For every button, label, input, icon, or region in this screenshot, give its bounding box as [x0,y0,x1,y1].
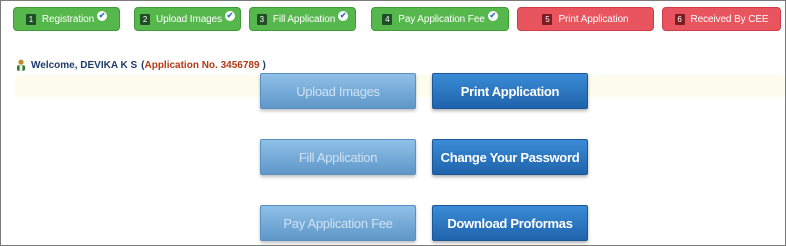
step-number: 6 [674,13,685,25]
step-label: Registration [41,13,95,25]
check-icon: ✔ [487,11,498,21]
application-number: Application No. 3456789 [144,59,260,71]
page-frame: 1 Registration ✔ 2 Upload Images ✔ 3 Fil… [0,0,786,246]
step-label: Pay Application Fee [398,13,485,25]
step-number: 2 [140,13,151,25]
step-label: Received By CEE [690,13,769,25]
welcome-line: Welcome, DEVIKA K S ( Application No. 34… [15,59,266,71]
step-number: 1 [25,13,36,25]
print-application-button[interactable]: Print Application [432,73,588,109]
step-pay-application-fee[interactable]: 4 Pay Application Fee ✔ [371,7,509,31]
step-print-application[interactable]: 5 Print Application [517,7,654,31]
step-fill-application[interactable]: 3 Fill Application ✔ [249,7,356,31]
check-icon: ✔ [224,11,235,21]
step-received-by-cee[interactable]: 6 Received By CEE [662,7,781,31]
step-number: 4 [382,13,393,25]
step-label: Print Application [558,13,629,25]
step-upload-images[interactable]: 2 Upload Images ✔ [134,7,241,31]
check-icon: ✔ [338,11,349,21]
step-registration[interactable]: 1 Registration ✔ [13,7,120,31]
check-icon: ✔ [97,11,108,21]
step-label: Upload Images [156,13,222,25]
pay-application-fee-button[interactable]: Pay Application Fee [260,205,416,241]
step-number: 5 [542,13,553,25]
progress-steps: 1 Registration ✔ 2 Upload Images ✔ 3 Fil… [1,1,786,35]
step-number: 3 [256,13,267,25]
step-label: Fill Application [272,13,336,25]
fill-application-button[interactable]: Fill Application [260,139,416,175]
user-icon [17,59,25,71]
change-password-button[interactable]: Change Your Password [432,139,588,175]
welcome-text: Welcome, DEVIKA K S [31,59,138,71]
download-proformas-button[interactable]: Download Proformas [432,205,588,241]
close-paren: ) [262,59,266,71]
upload-images-button[interactable]: Upload Images [260,73,416,109]
